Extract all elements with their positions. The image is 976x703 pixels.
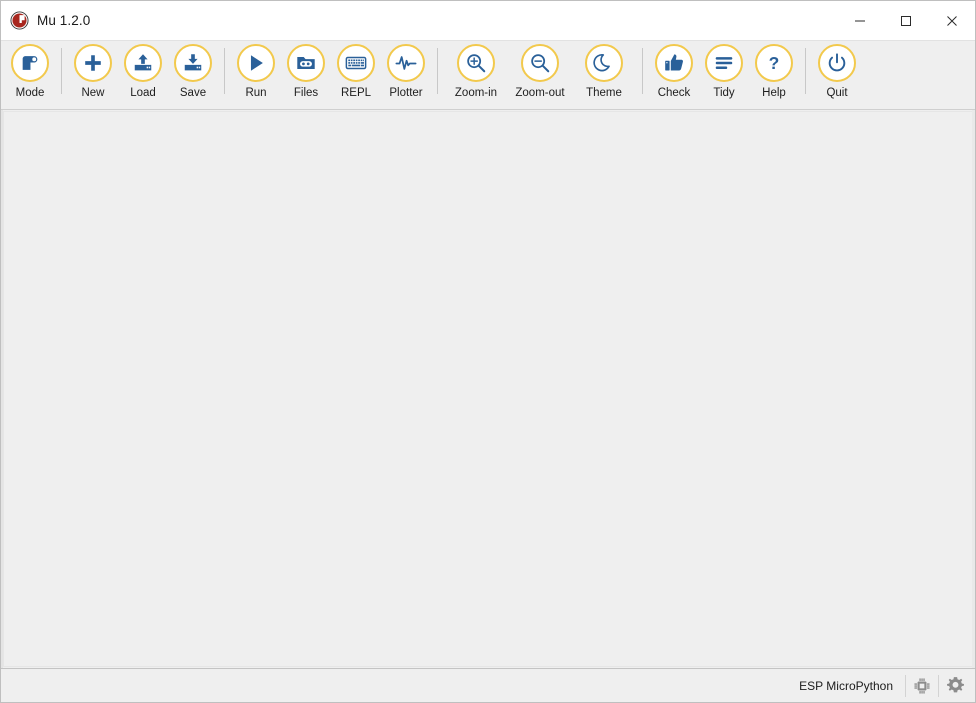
- gear-icon[interactable]: [939, 673, 971, 699]
- theme-moon-icon: [585, 44, 623, 82]
- toolbar-button-plotter[interactable]: Plotter: [382, 44, 430, 108]
- toolbar-button-load[interactable]: Load: [119, 44, 167, 108]
- toolbar-separator: [61, 48, 62, 94]
- quit-power-icon: [818, 44, 856, 82]
- toolbar-separator: [437, 48, 438, 94]
- toolbar-label-plotter: Plotter: [389, 87, 423, 99]
- title-bar-left: Mu 1.2.0: [1, 11, 90, 30]
- status-bar: ESP MicroPython: [1, 669, 975, 702]
- toolbar-label-files: Files: [293, 87, 319, 99]
- editor-pane[interactable]: [3, 111, 973, 667]
- mu-logo-icon: [10, 11, 29, 30]
- window-title: Mu 1.2.0: [37, 13, 91, 28]
- editor-area[interactable]: [1, 110, 975, 669]
- new-icon: [74, 44, 112, 82]
- toolbar-button-save[interactable]: Save: [169, 44, 217, 108]
- toolbar-label-quit: Quit: [826, 87, 848, 99]
- mu-editor-window: Mu 1.2.0 Mode New Load Save Run Files RE…: [0, 0, 976, 703]
- main-toolbar: Mode New Load Save Run Files REPL Plotte…: [1, 41, 975, 110]
- files-icon: [287, 44, 325, 82]
- toolbar-button-tidy[interactable]: Tidy: [700, 44, 748, 108]
- repl-icon: [337, 44, 375, 82]
- toolbar-button-zoom-out[interactable]: Zoom-out: [509, 44, 571, 108]
- toolbar-button-repl[interactable]: REPL: [332, 44, 380, 108]
- toolbar-label-save: Save: [179, 87, 207, 99]
- maximize-icon[interactable]: [883, 1, 929, 40]
- mode-icon: [11, 44, 49, 82]
- toolbar-label-load: Load: [130, 87, 156, 99]
- toolbar-button-files[interactable]: Files: [282, 44, 330, 108]
- toolbar-label-tidy: Tidy: [713, 87, 735, 99]
- toolbar-separator: [224, 48, 225, 94]
- zoom-out-icon: [521, 44, 559, 82]
- toolbar-separator: [805, 48, 806, 94]
- toolbar-button-help[interactable]: ? Help: [750, 44, 798, 108]
- svg-text:?: ?: [769, 53, 780, 73]
- zoom-in-icon: [457, 44, 495, 82]
- toolbar-label-check: Check: [657, 87, 691, 99]
- toolbar-button-new[interactable]: New: [69, 44, 117, 108]
- toolbar-button-quit[interactable]: Quit: [813, 44, 861, 108]
- toolbar-button-theme[interactable]: Theme: [573, 44, 635, 108]
- toolbar-label-zoom-in: Zoom-in: [454, 87, 498, 99]
- load-icon: [124, 44, 162, 82]
- minimize-icon[interactable]: [837, 1, 883, 40]
- toolbar-label-repl: REPL: [340, 87, 372, 99]
- status-mode-label: ESP MicroPython: [799, 678, 893, 693]
- window-controls: [837, 1, 975, 40]
- microchip-icon[interactable]: [906, 673, 938, 699]
- toolbar-label-theme: Theme: [586, 87, 622, 99]
- close-icon[interactable]: [929, 1, 975, 40]
- help-question-icon: ?: [755, 44, 793, 82]
- toolbar-label-help: Help: [762, 87, 786, 99]
- toolbar-button-run[interactable]: Run: [232, 44, 280, 108]
- check-thumbsup-icon: [655, 44, 693, 82]
- toolbar-label-new: New: [81, 87, 105, 99]
- plotter-icon: [387, 44, 425, 82]
- toolbar-button-mode[interactable]: Mode: [6, 44, 54, 108]
- toolbar-button-zoom-in[interactable]: Zoom-in: [445, 44, 507, 108]
- toolbar-label-zoom-out: Zoom-out: [515, 87, 565, 99]
- toolbar-separator: [642, 48, 643, 94]
- toolbar-label-run: Run: [245, 87, 267, 99]
- tidy-lines-icon: [705, 44, 743, 82]
- editor-scrollbar[interactable]: [972, 110, 975, 668]
- toolbar-label-mode: Mode: [15, 87, 45, 99]
- title-bar: Mu 1.2.0: [1, 1, 975, 41]
- run-icon: [237, 44, 275, 82]
- toolbar-button-check[interactable]: Check: [650, 44, 698, 108]
- save-icon: [174, 44, 212, 82]
